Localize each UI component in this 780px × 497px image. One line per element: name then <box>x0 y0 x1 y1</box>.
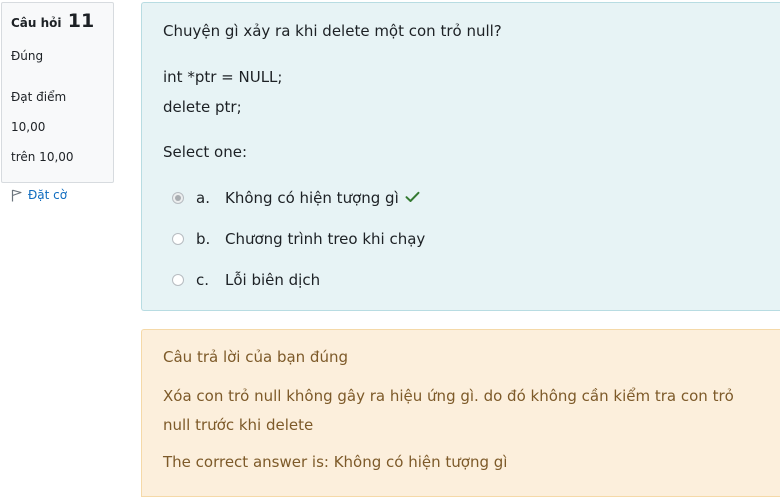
question-grade: Đạt điểm 10,00 trên 10,00 <box>11 82 104 172</box>
question-label: Câu hỏi <box>11 16 62 30</box>
code-line-1: int *ptr = NULL; <box>163 68 283 86</box>
question-number: 11 <box>67 10 95 32</box>
question-code: int *ptr = NULL; delete ptr; <box>163 62 759 122</box>
option-text: Không có hiện tượng gì <box>225 188 399 207</box>
radio-option-c[interactable] <box>172 273 184 286</box>
option-text: Chương trình treo khi chạy <box>225 229 426 248</box>
check-icon <box>405 189 420 207</box>
flag-icon <box>11 188 22 202</box>
option-letter: b. <box>196 229 211 248</box>
flag-question-button[interactable]: Đặt cờ <box>11 188 104 202</box>
radio-option-b[interactable] <box>172 232 184 245</box>
question-state: Đúng <box>11 49 44 63</box>
answer-option-a[interactable]: a. Không có hiện tượng gì <box>172 177 759 218</box>
option-text: Lỗi biên dịch <box>225 270 321 289</box>
grade-max: trên 10,00 <box>11 150 74 164</box>
answer-option-b[interactable]: b. Chương trình treo khi chạy <box>172 218 759 259</box>
question-text: Chuyện gì xảy ra khi delete một con trỏ … <box>163 18 759 122</box>
answer-option-c[interactable]: c. Lỗi biên dịch <box>172 259 759 300</box>
question-formulation: Chuyện gì xảy ra khi delete một con trỏ … <box>141 2 780 311</box>
select-prompt: Select one: <box>163 143 248 161</box>
right-answer: The correct answer is: Không có hiện tượ… <box>163 453 508 471</box>
option-letter: c. <box>196 270 210 289</box>
question-feedback: Câu trả lời của bạn đúng Xóa con trỏ nul… <box>141 329 780 497</box>
grade-earned: Đạt điểm 10,00 <box>11 90 67 134</box>
specific-feedback: Câu trả lời của bạn đúng <box>163 348 348 366</box>
answer-options: a. Không có hiện tượng gì b. Chương trìn… <box>172 177 759 300</box>
general-feedback: Xóa con trỏ null không gây ra hiệu ứng g… <box>163 387 734 434</box>
question-text-main: Chuyện gì xảy ra khi delete một con trỏ … <box>163 22 502 40</box>
radio-option-a[interactable] <box>172 191 184 204</box>
code-line-2: delete ptr; <box>163 98 242 116</box>
option-letter: a. <box>196 188 210 207</box>
question-info-panel: Câu hỏi 11 Đúng Đạt điểm 10,00 trên 10,0… <box>1 2 114 202</box>
flag-label[interactable]: Đặt cờ <box>28 188 67 202</box>
question-number-heading: Câu hỏi 11 <box>11 11 104 33</box>
